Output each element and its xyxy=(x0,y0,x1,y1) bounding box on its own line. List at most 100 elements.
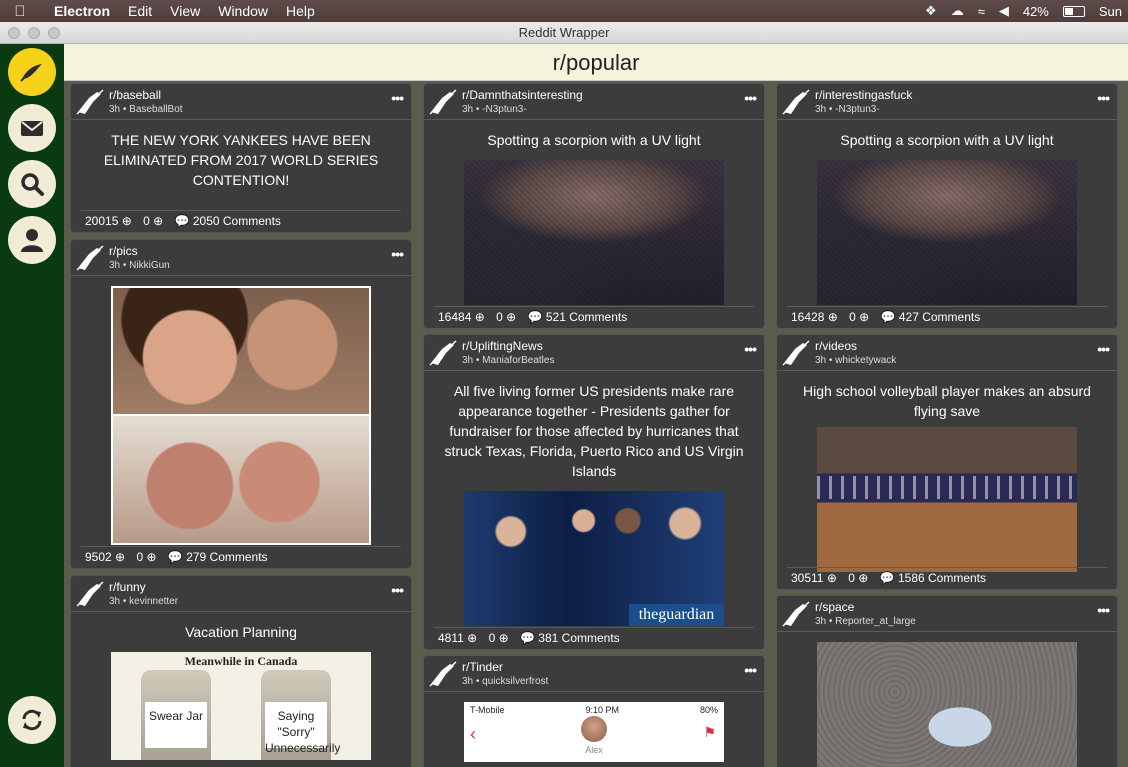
refresh-icon xyxy=(22,709,42,731)
comments-link[interactable]: 💬 1586 Comments xyxy=(880,571,986,585)
more-options-icon[interactable]: ••• xyxy=(1097,341,1110,357)
home-button[interactable] xyxy=(8,48,56,96)
comments-link[interactable]: 💬 279 Comments xyxy=(168,550,268,564)
post-footer: 16484 ⊕ 0 ⊕ 💬 521 Comments xyxy=(434,306,754,328)
post-image[interactable] xyxy=(464,160,724,305)
clock[interactable]: Sun xyxy=(1099,4,1122,19)
post-image[interactable]: Meanwhile in Canada Swear Jar Saying "So… xyxy=(111,652,371,760)
post-card[interactable]: r/Damnthatsinteresting 3h • -N3ptun3- ••… xyxy=(423,83,765,329)
post-card[interactable]: r/space 3h • Reporter_at_large ••• xyxy=(776,595,1118,767)
post-card[interactable]: r/Tinder 3h • quicksilverfrost ••• T-Mob… xyxy=(423,655,765,767)
upvote-icon[interactable]: ⊕ xyxy=(467,631,477,645)
post-card[interactable]: r/videos 3h • whicketywack ••• High scho… xyxy=(776,334,1118,590)
more-options-icon[interactable]: ••• xyxy=(744,662,757,678)
subreddit-name[interactable]: r/baseball xyxy=(109,88,161,102)
comments-link[interactable]: 💬 427 Comments xyxy=(881,310,981,324)
subreddit-name[interactable]: r/interestingasfuck xyxy=(815,88,912,102)
more-options-icon[interactable]: ••• xyxy=(744,90,757,106)
carrier-label: T-Mobile xyxy=(470,705,505,715)
post-card[interactable]: r/funny 3h • kevinnetter ••• Vacation Pl… xyxy=(70,575,412,767)
home-icon xyxy=(20,64,42,82)
more-options-icon[interactable]: ••• xyxy=(744,341,757,357)
post-title[interactable]: THE NEW YORK YANKEES HAVE BEEN ELIMINATE… xyxy=(71,120,411,196)
post-image[interactable]: theguardian xyxy=(464,491,724,626)
wifi-icon[interactable]: ≈ xyxy=(978,4,985,19)
menu-edit[interactable]: Edit xyxy=(119,3,161,19)
post-meta: 3h • BaseballBot xyxy=(109,104,183,115)
post-card[interactable]: r/baseball 3h • BaseballBot ••• THE NEW … xyxy=(70,83,412,233)
post-header: r/pics 3h • NikkiGun ••• xyxy=(71,240,411,276)
upvote-icon[interactable]: ⊕ xyxy=(827,571,837,585)
subreddit-name[interactable]: r/funny xyxy=(109,580,146,594)
subreddit-avatar-icon xyxy=(429,661,457,687)
post-title[interactable]: Spotting a scorpion with a UV light xyxy=(777,120,1117,156)
dropbox-icon[interactable]: ❖ xyxy=(925,3,937,19)
downvote-icon[interactable]: ⊕ xyxy=(146,550,156,564)
battery-icon[interactable] xyxy=(1062,5,1085,17)
subreddit-name[interactable]: r/UpliftingNews xyxy=(462,339,543,353)
upvote-icon[interactable]: ⊕ xyxy=(122,214,132,228)
post-footer: 16428 ⊕ 0 ⊕ 💬 427 Comments xyxy=(787,306,1107,328)
messages-button[interactable] xyxy=(8,104,56,152)
comments-link[interactable]: 💬 2050 Comments xyxy=(175,214,281,228)
subreddit-name[interactable]: r/space xyxy=(815,600,854,614)
post-title[interactable]: High school volleyball player makes an a… xyxy=(777,371,1117,427)
window-titlebar[interactable]: Reddit Wrapper xyxy=(0,22,1128,44)
downvote-icon[interactable]: ⊕ xyxy=(859,310,869,324)
post-title[interactable]: Vacation Planning xyxy=(71,612,411,648)
comments-link[interactable]: 💬 521 Comments xyxy=(528,310,628,324)
downvote-icon[interactable]: ⊕ xyxy=(506,310,516,324)
volume-icon[interactable]: ◀ xyxy=(999,3,1009,19)
upvote-icon[interactable]: ⊕ xyxy=(828,310,838,324)
refresh-button[interactable] xyxy=(8,696,56,744)
post-image[interactable] xyxy=(817,427,1077,572)
post-meta: 3h • -N3ptun3- xyxy=(815,104,880,115)
menu-help[interactable]: Help xyxy=(277,3,324,19)
more-options-icon[interactable]: ••• xyxy=(1097,90,1110,106)
more-options-icon[interactable]: ••• xyxy=(391,246,404,262)
post-image[interactable] xyxy=(111,286,371,545)
post-title[interactable]: All five living former US presidents mak… xyxy=(424,371,764,487)
match-name: Alex xyxy=(585,745,603,755)
comments-link[interactable]: 💬 381 Comments xyxy=(520,631,620,645)
mail-icon xyxy=(21,121,43,136)
post-card[interactable]: r/UpliftingNews 3h • ManiaforBeatles •••… xyxy=(423,334,765,650)
downvote-icon[interactable]: ⊕ xyxy=(499,631,509,645)
downvote-count: 0 ⊕ xyxy=(143,214,164,228)
close-button[interactable] xyxy=(8,27,20,39)
menu-window[interactable]: Window xyxy=(209,3,277,19)
post-card[interactable]: r/interestingasfuck 3h • -N3ptun3- ••• S… xyxy=(776,83,1118,329)
subreddit-name[interactable]: r/pics xyxy=(109,244,138,258)
subreddit-name[interactable]: r/videos xyxy=(815,339,857,353)
post-image[interactable] xyxy=(817,160,1077,305)
downvote-icon[interactable]: ⊕ xyxy=(858,571,868,585)
subreddit-name[interactable]: r/Damnthatsinteresting xyxy=(462,88,583,102)
subreddit-name[interactable]: r/Tinder xyxy=(462,660,503,674)
minimize-button[interactable] xyxy=(28,27,40,39)
search-icon xyxy=(21,173,44,196)
upvote-icon[interactable]: ⊕ xyxy=(115,550,125,564)
post-meta: 3h • whicketywack xyxy=(815,355,897,366)
post-header: r/Damnthatsinteresting 3h • -N3ptun3- ••… xyxy=(424,84,764,120)
profile-button[interactable] xyxy=(8,216,56,264)
apple-icon[interactable]:  xyxy=(0,3,40,20)
menu-view[interactable]: View xyxy=(161,3,209,19)
more-options-icon[interactable]: ••• xyxy=(391,90,404,106)
more-options-icon[interactable]: ••• xyxy=(1097,602,1110,618)
zoom-button[interactable] xyxy=(48,27,60,39)
avatar xyxy=(581,716,607,742)
post-image[interactable]: T-Mobile 9:10 PM 80% ‹ Alex ⚑ xyxy=(464,702,724,762)
downvote-icon[interactable]: ⊕ xyxy=(153,214,163,228)
post-card[interactable]: r/pics 3h • NikkiGun ••• 9502 ⊕ 0 ⊕ 💬 27… xyxy=(70,239,412,569)
more-options-icon[interactable]: ••• xyxy=(391,582,404,598)
comment-icon: 💬 xyxy=(174,214,190,228)
weather-icon[interactable]: ☁ xyxy=(951,3,964,19)
post-title[interactable]: Spotting a scorpion with a UV light xyxy=(424,120,764,156)
search-button[interactable] xyxy=(8,160,56,208)
post-footer: 9502 ⊕ 0 ⊕ 💬 279 Comments xyxy=(81,546,401,568)
subreddit-avatar-icon xyxy=(76,245,104,271)
menu-app[interactable]: Electron xyxy=(40,3,119,19)
post-image[interactable] xyxy=(817,642,1077,767)
upvote-icon[interactable]: ⊕ xyxy=(475,310,485,324)
post-footer: 4811 ⊕ 0 ⊕ 💬 381 Comments xyxy=(434,627,754,649)
